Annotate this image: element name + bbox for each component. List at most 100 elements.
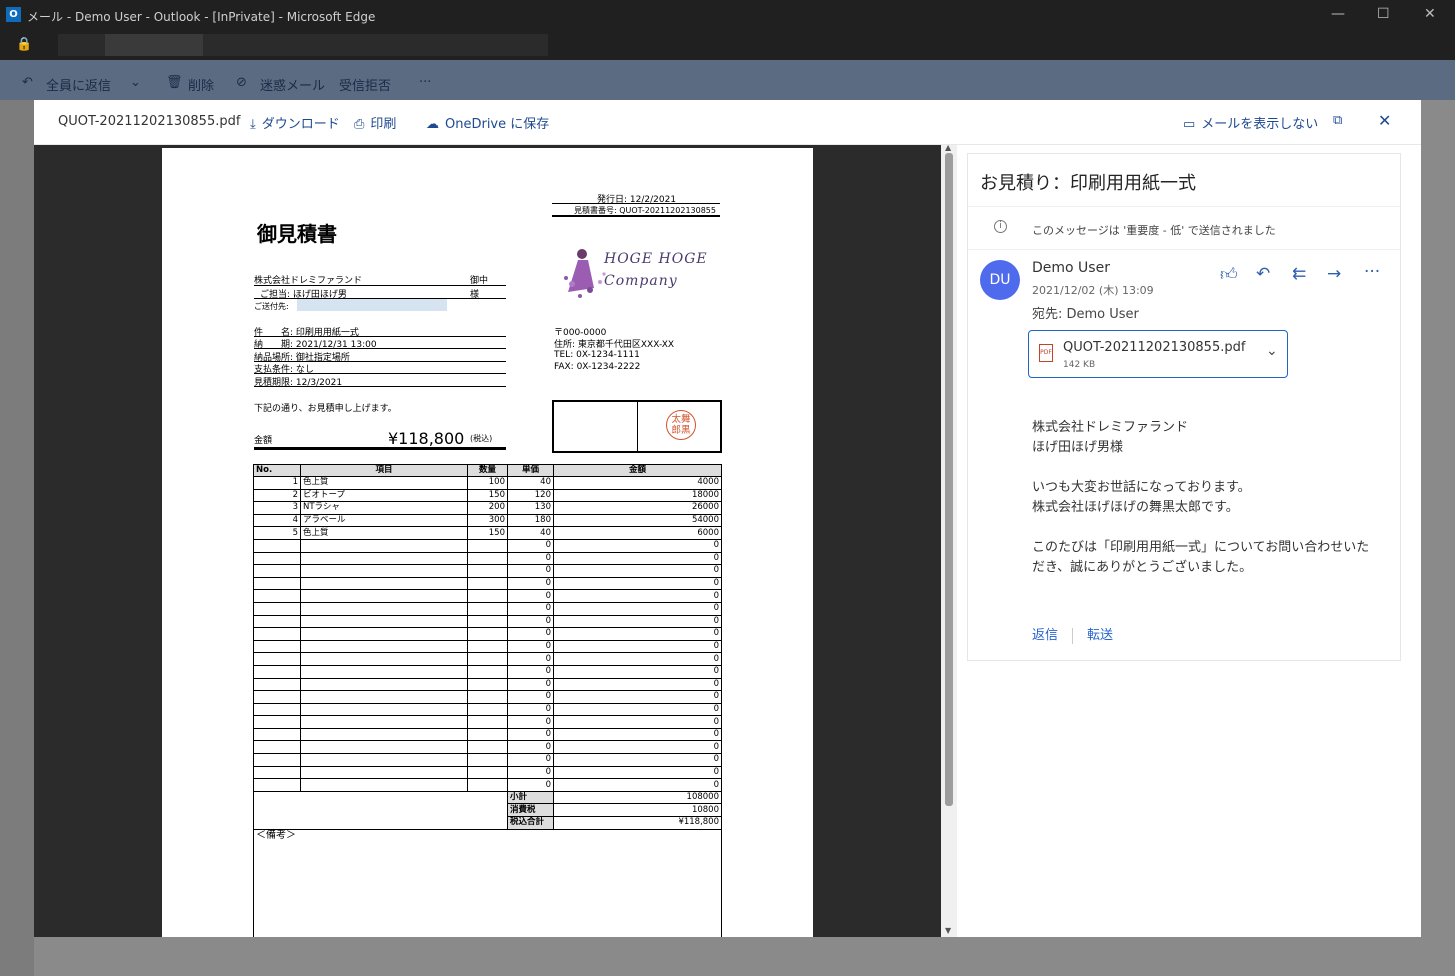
scroll-down-icon[interactable]: ▼ bbox=[945, 926, 951, 935]
pdf-viewer[interactable]: 発行日: 12/2/2021 見積書番号: QUOT-2021120213085… bbox=[34, 145, 941, 937]
table-cell bbox=[253, 614, 301, 629]
table-cell bbox=[253, 778, 301, 792]
table-cell bbox=[300, 564, 468, 578]
save-onedrive-button[interactable]: ☁ OneDrive に保存 bbox=[426, 113, 549, 132]
table-row: 00 bbox=[253, 753, 722, 767]
print-label: 印刷 bbox=[370, 117, 397, 132]
address-bar: 🔒 bbox=[0, 31, 1455, 60]
download-button[interactable]: ⤓ ダウンロード bbox=[250, 113, 340, 132]
table-cell: NTラシャ bbox=[300, 501, 468, 515]
block-sender-button[interactable]: 受信拒否 bbox=[339, 75, 391, 94]
rule bbox=[254, 373, 506, 374]
importance-text: このメッセージは '重要度 - 低' で送信されました bbox=[1032, 224, 1276, 237]
table-cell bbox=[300, 740, 468, 755]
close-icon[interactable]: ✕ bbox=[1378, 111, 1391, 130]
print-icon: ⎙ bbox=[354, 117, 365, 132]
reply-all-button[interactable]: 全員に返信 bbox=[46, 75, 111, 94]
tax-note: (税込) bbox=[470, 434, 493, 443]
attachment-size: 142 KB bbox=[1063, 360, 1096, 370]
remarks-cell: ＜備考＞ bbox=[253, 828, 722, 937]
table-cell: 0 bbox=[553, 538, 722, 553]
scroll-up-icon[interactable]: ▲ bbox=[945, 143, 951, 152]
table-cell: 0 bbox=[507, 753, 554, 767]
forward-icon[interactable]: → bbox=[1327, 264, 1341, 284]
table-cell: 0 bbox=[507, 576, 554, 591]
table-cell: 10800 bbox=[553, 803, 722, 818]
table-cell bbox=[253, 538, 301, 553]
send-to-label: ご送付先: bbox=[254, 302, 289, 311]
chevron-down-icon[interactable]: ⌄ bbox=[1266, 343, 1278, 359]
company-tel: TEL: 0X-1234-1111 bbox=[554, 350, 640, 360]
table-cell bbox=[467, 727, 508, 742]
table-cell: 0 bbox=[507, 538, 554, 553]
like-icon[interactable]: 👍︎ bbox=[1220, 264, 1238, 285]
close-window-button[interactable]: ✕ bbox=[1424, 6, 1436, 22]
table-cell: 54000 bbox=[553, 513, 722, 528]
table-cell bbox=[467, 765, 508, 780]
rule bbox=[552, 215, 720, 217]
table-row: 00 bbox=[253, 664, 722, 679]
table-row: 5 色上質 150 40 6000 bbox=[253, 526, 722, 540]
rule bbox=[552, 203, 720, 204]
trash-icon: 🗑 bbox=[166, 75, 183, 90]
table-cell: 4000 bbox=[553, 476, 722, 490]
pdf-scrollbar[interactable]: ▲ ▼ bbox=[941, 143, 957, 937]
body-line: いつも大変お世話になっております。 bbox=[1032, 480, 1251, 495]
reply-link[interactable]: 返信 bbox=[1032, 628, 1058, 643]
reply-all-icon[interactable]: ⇇ bbox=[1292, 264, 1306, 284]
table-cell bbox=[467, 627, 508, 641]
maximize-button[interactable]: ☐ bbox=[1377, 6, 1390, 22]
table-row: 00 bbox=[253, 614, 722, 629]
more-actions-icon[interactable]: ··· bbox=[1364, 262, 1380, 282]
table-cell bbox=[467, 664, 508, 679]
delete-button[interactable]: 削除 bbox=[188, 75, 214, 94]
table-cell: 2 bbox=[253, 488, 301, 503]
company-address: 住所: 東京都千代田区XXX-XX bbox=[554, 340, 675, 350]
seal-stamp: 太舞郎黒 bbox=[666, 410, 696, 440]
table-cell: 0 bbox=[507, 727, 554, 742]
table-cell: 5 bbox=[253, 526, 301, 540]
table-cell: 0 bbox=[553, 614, 722, 629]
minimize-button[interactable]: — bbox=[1331, 6, 1345, 22]
table-cell bbox=[300, 778, 468, 792]
attachment-card[interactable]: PDF QUOT-20211202130855.pdf 142 KB ⌄ bbox=[1028, 330, 1288, 378]
chevron-down-icon[interactable]: ⌄ bbox=[130, 75, 141, 90]
table-row: 00 bbox=[253, 702, 722, 717]
table-cell bbox=[300, 589, 468, 603]
panel-icon: ▭ bbox=[1183, 117, 1196, 132]
table-row: 00 bbox=[253, 538, 722, 553]
table-cell bbox=[300, 702, 468, 717]
message-card: お見積り：印刷用用紙一式 i このメッセージは '重要度 - 低' で送信されま… bbox=[967, 153, 1401, 661]
scroll-thumb[interactable] bbox=[945, 153, 953, 806]
preview-filename: QUOT-20211202130855.pdf bbox=[58, 114, 241, 129]
recipients: 宛先: Demo User bbox=[1032, 307, 1139, 322]
table-cell: 0 bbox=[507, 765, 554, 780]
hide-mail-button[interactable]: ▭ メールを表示しない bbox=[1183, 113, 1318, 132]
table-cell bbox=[467, 639, 508, 654]
table-cell: 0 bbox=[507, 639, 554, 654]
sender-name[interactable]: Demo User bbox=[1032, 260, 1110, 276]
table-cell: 0 bbox=[507, 740, 554, 755]
attachment-name: QUOT-20211202130855.pdf bbox=[1063, 340, 1246, 355]
table-cell bbox=[467, 740, 508, 755]
print-button[interactable]: ⎙ 印刷 bbox=[354, 113, 396, 132]
title-bar: O メール - Demo User - Outlook - [InPrivate… bbox=[0, 0, 1455, 31]
reply-icon[interactable]: ↶ bbox=[1256, 264, 1270, 284]
table-cell bbox=[300, 690, 468, 704]
table-row: 2 ビオトープ 150 120 18000 bbox=[253, 488, 722, 503]
table-cell bbox=[253, 715, 301, 729]
amount-value: ¥118,800 bbox=[388, 429, 465, 448]
summary-row: 小計 108000 bbox=[253, 790, 722, 830]
company-fax: FAX: 0X-1234-2222 bbox=[554, 362, 641, 372]
junk-button[interactable]: 迷惑メール bbox=[260, 75, 325, 94]
table-cell: 0 bbox=[507, 614, 554, 629]
table-cell bbox=[300, 639, 468, 654]
forward-link[interactable]: 転送 bbox=[1087, 628, 1113, 643]
table-cell: 0 bbox=[507, 652, 554, 666]
avatar[interactable]: DU bbox=[980, 260, 1020, 300]
popout-icon[interactable]: ⧉ bbox=[1333, 113, 1342, 128]
body-line: だき、誠にありがとうございました。 bbox=[1032, 560, 1253, 575]
more-button[interactable]: ··· bbox=[419, 75, 431, 90]
table-cell bbox=[253, 702, 301, 717]
table-cell: 18000 bbox=[553, 488, 722, 503]
